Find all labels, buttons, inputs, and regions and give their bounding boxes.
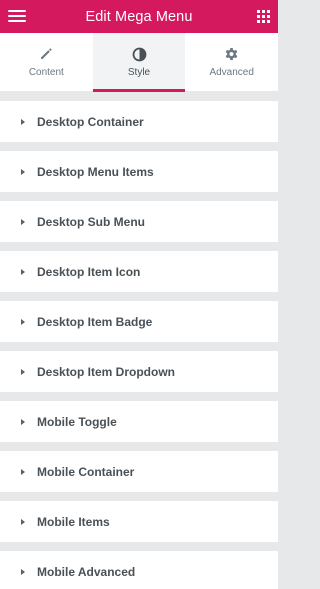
caret-right-icon [21, 168, 25, 175]
tab-bar: Content Style Advanced [0, 33, 278, 92]
section-mobile-advanced[interactable]: Mobile Advanced [0, 551, 278, 589]
tab-advanced-label: Advanced [209, 67, 254, 78]
section-desktop-item-icon[interactable]: Desktop Item Icon [0, 251, 278, 292]
caret-right-icon [21, 218, 25, 225]
caret-right-icon [21, 318, 25, 325]
section-label: Desktop Item Icon [37, 264, 141, 279]
section-label: Mobile Container [37, 464, 135, 479]
caret-right-icon [21, 418, 25, 425]
section-mobile-toggle[interactable]: Mobile Toggle [0, 401, 278, 442]
caret-right-icon [21, 268, 25, 275]
section-mobile-container[interactable]: Mobile Container [0, 451, 278, 492]
section-desktop-menu-items[interactable]: Desktop Menu Items [0, 151, 278, 192]
tab-style-label: Style [127, 67, 151, 78]
hamburger-icon[interactable] [8, 9, 26, 23]
section-label: Desktop Item Dropdown [37, 364, 176, 379]
tab-content-label: Content [28, 67, 64, 78]
caret-right-icon [21, 468, 25, 475]
pencil-icon [38, 46, 54, 62]
section-label: Desktop Sub Menu [37, 214, 146, 229]
section-desktop-item-badge[interactable]: Desktop Item Badge [0, 301, 278, 342]
panel-header: Edit Mega Menu [0, 0, 278, 33]
section-mobile-items[interactable]: Mobile Items [0, 501, 278, 542]
tab-style[interactable]: Style [92, 33, 186, 92]
section-desktop-item-dropdown[interactable]: Desktop Item Dropdown [0, 351, 278, 392]
section-label: Desktop Item Badge [37, 314, 153, 329]
grid-icon[interactable] [257, 10, 270, 23]
section-desktop-sub-menu[interactable]: Desktop Sub Menu [0, 201, 278, 242]
section-label: Desktop Container [37, 114, 144, 129]
gear-icon [224, 46, 240, 62]
caret-right-icon [21, 368, 25, 375]
panel-title: Edit Mega Menu [85, 8, 193, 25]
section-label: Mobile Items [37, 514, 110, 529]
section-label: Desktop Menu Items [37, 164, 154, 179]
caret-right-icon [21, 568, 25, 575]
tab-advanced[interactable]: Advanced [185, 33, 278, 91]
tab-content[interactable]: Content [0, 33, 93, 91]
caret-right-icon [21, 518, 25, 525]
section-label: Mobile Toggle [37, 414, 117, 429]
section-label: Mobile Advanced [37, 564, 136, 579]
section-list: Desktop Container Desktop Menu Items Des… [0, 101, 278, 589]
caret-right-icon [21, 118, 25, 125]
contrast-icon [131, 46, 147, 62]
section-desktop-container[interactable]: Desktop Container [0, 101, 278, 142]
